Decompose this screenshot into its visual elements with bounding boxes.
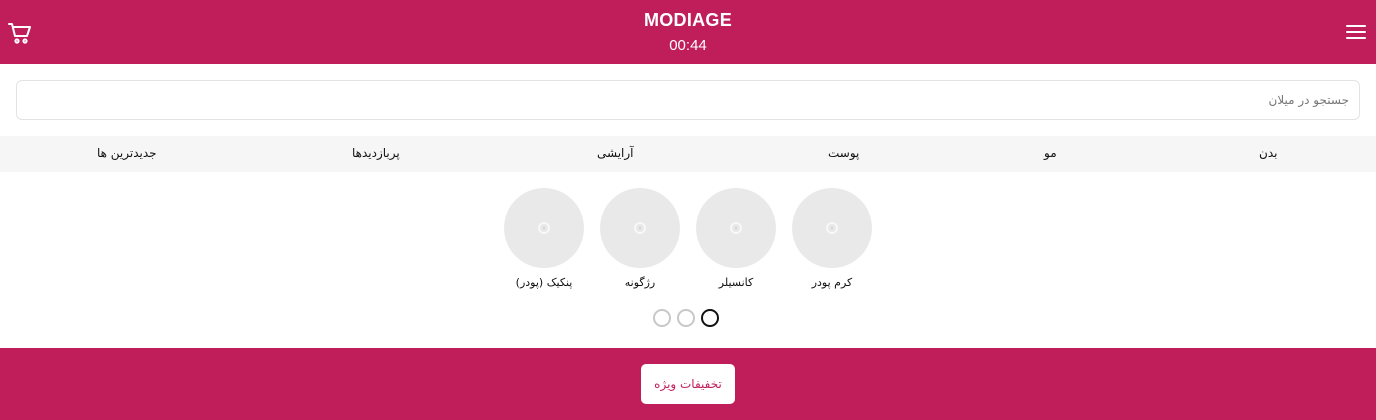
subcategory-label: کانسیلر — [718, 276, 754, 289]
category-bar: بدن مو پوست آرایشی پربازدیدها جدیدترین ه… — [0, 136, 1376, 172]
subcategory-item[interactable]: کرم پودر — [782, 188, 882, 289]
subcategory-label: کرم پودر — [811, 276, 853, 289]
menu-button[interactable] — [1346, 24, 1366, 40]
category-newest[interactable]: جدیدترین ها — [97, 146, 157, 160]
subcategory-item[interactable]: رژگونه — [590, 188, 690, 289]
image-placeholder-icon — [826, 222, 838, 234]
category-skin[interactable]: پوست — [828, 146, 859, 160]
subcategory-image — [600, 188, 680, 268]
category-most-viewed[interactable]: پربازدیدها — [352, 146, 400, 160]
category-makeup[interactable]: آرایشی — [597, 146, 634, 160]
subcategory-label: پنکیک (پودر) — [515, 276, 573, 289]
special-deals-button[interactable]: تخفیفات ویژه — [641, 364, 735, 404]
carousel-dot[interactable] — [653, 309, 671, 327]
subcategory-image — [696, 188, 776, 268]
bottom-bar: تخفیفات ویژه — [0, 348, 1376, 420]
hamburger-menu-icon — [1346, 25, 1366, 39]
subcategory-image — [792, 188, 872, 268]
carousel-dot[interactable] — [677, 309, 695, 327]
subcategory-item[interactable]: پنکیک (پودر) — [494, 188, 594, 289]
top-header: MODIAGE 00:44 — [0, 0, 1376, 64]
subcategory-label: رژگونه — [624, 276, 656, 289]
category-body[interactable]: بدن — [1259, 146, 1277, 160]
subcategory-item[interactable]: کانسیلر — [686, 188, 786, 289]
image-placeholder-icon — [730, 222, 742, 234]
image-placeholder-icon — [634, 222, 646, 234]
subcategory-image — [504, 188, 584, 268]
carousel-dot-active[interactable] — [701, 309, 719, 327]
image-placeholder-icon — [538, 222, 550, 234]
brand-title: MODIAGE — [643, 10, 733, 30]
search-input[interactable] — [17, 81, 1359, 119]
timer-text: 00:44 — [669, 37, 707, 54]
category-hair[interactable]: مو — [1044, 146, 1057, 160]
search-box — [16, 80, 1360, 120]
